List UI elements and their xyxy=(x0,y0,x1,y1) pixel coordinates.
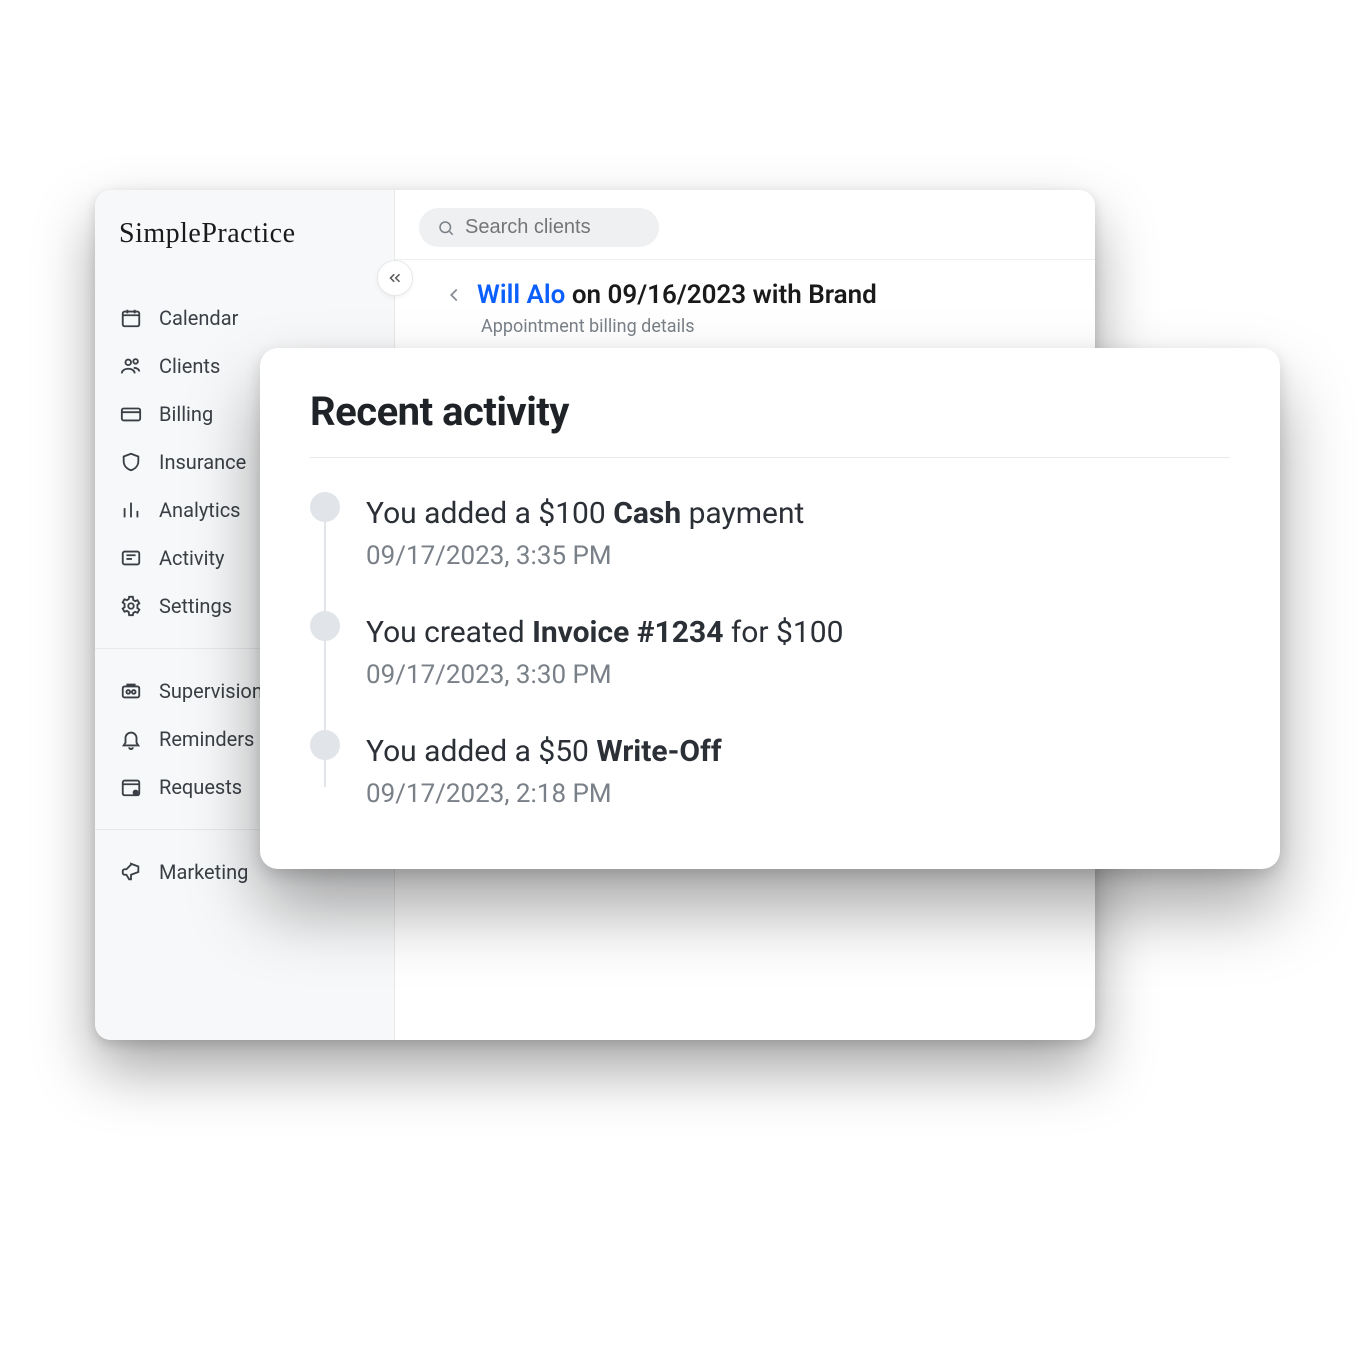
activity-item: You added a $100 Cash payment 09/17/2023… xyxy=(366,486,1230,605)
sidebar-item-label: Settings xyxy=(159,594,232,618)
sidebar-item-label: Reminders xyxy=(159,727,254,751)
sidebar-item-label: Marketing xyxy=(159,860,248,884)
clients-icon xyxy=(119,354,143,378)
requests-icon xyxy=(119,775,143,799)
activity-text: You created Invoice #1234 for $100 xyxy=(366,615,1230,650)
breadcrumb-suffix: on 09/16/2023 with Brand xyxy=(565,280,876,310)
activity-text: You added a $100 Cash payment xyxy=(366,496,1230,531)
client-link[interactable]: Will Alo xyxy=(477,280,565,310)
page-header: Will Alo on 09/16/2023 with Brand Appoin… xyxy=(395,260,1095,353)
activity-timestamp: 09/17/2023, 3:35 PM xyxy=(366,531,1230,571)
sidebar-item-calendar[interactable]: Calendar xyxy=(95,294,394,342)
activity-item: You created Invoice #1234 for $100 09/17… xyxy=(366,605,1230,724)
timeline-dot-icon xyxy=(310,611,340,641)
recent-activity-heading: Recent activity xyxy=(310,388,1230,457)
activity-timestamp: 09/17/2023, 3:30 PM xyxy=(366,650,1230,690)
timeline-dot-icon xyxy=(310,492,340,522)
bell-icon xyxy=(119,727,143,751)
app-logo: SimplePractice xyxy=(95,218,394,280)
activity-text: You added a $50 Write-Off xyxy=(366,734,1230,769)
calendar-icon xyxy=(119,306,143,330)
activity-item: You added a $50 Write-Off 09/17/2023, 2:… xyxy=(366,724,1230,809)
collapse-sidebar-button[interactable] xyxy=(377,260,413,296)
back-arrow-icon[interactable] xyxy=(443,284,465,306)
analytics-icon xyxy=(119,498,143,522)
recent-activity-card: Recent activity You added a $100 Cash pa… xyxy=(260,348,1280,869)
megaphone-icon xyxy=(119,860,143,884)
shield-icon xyxy=(119,450,143,474)
activity-icon xyxy=(119,546,143,570)
sidebar-item-label: Activity xyxy=(159,546,224,570)
gear-icon xyxy=(119,594,143,618)
sidebar-item-label: Requests xyxy=(159,775,242,799)
page-subtitle: Appointment billing details xyxy=(443,310,1071,337)
topbar xyxy=(395,190,1095,260)
sidebar-item-label: Clients xyxy=(159,354,220,378)
chevrons-left-icon xyxy=(386,269,404,287)
search-input-container[interactable] xyxy=(419,208,659,247)
search-input[interactable] xyxy=(465,216,641,239)
sidebar-item-label: Supervision xyxy=(159,679,263,703)
timeline-dot-icon xyxy=(310,730,340,760)
divider xyxy=(310,457,1230,458)
sidebar-item-label: Insurance xyxy=(159,450,246,474)
activity-timestamp: 09/17/2023, 2:18 PM xyxy=(366,769,1230,809)
sidebar-item-label: Calendar xyxy=(159,306,238,330)
sidebar-item-label: Analytics xyxy=(159,498,241,522)
search-icon xyxy=(437,219,455,237)
supervision-icon xyxy=(119,679,143,703)
billing-icon xyxy=(119,402,143,426)
sidebar-item-label: Billing xyxy=(159,402,213,426)
breadcrumb: Will Alo on 09/16/2023 with Brand xyxy=(443,280,1071,310)
activity-timeline: You added a $100 Cash payment 09/17/2023… xyxy=(310,486,1230,809)
